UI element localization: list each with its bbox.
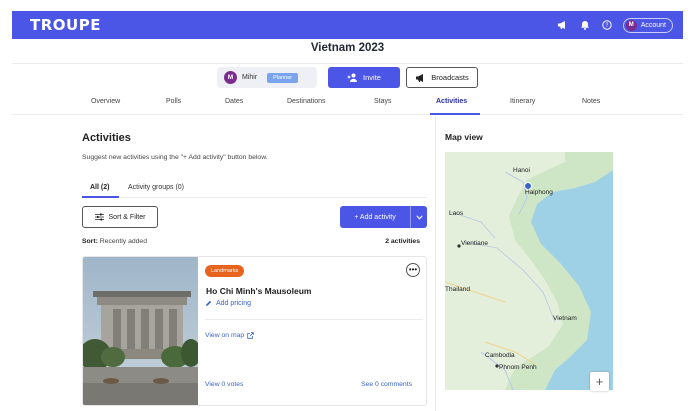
view-on-map-label: View on map	[205, 332, 245, 339]
map-label-thailand: Thailand	[445, 286, 470, 293]
account-button[interactable]: M Account	[622, 17, 673, 33]
add-pricing-label: Add pricing	[216, 300, 252, 307]
map-view[interactable]: Hanoi Haiphong Laos Vientiane Thailand V…	[445, 152, 613, 390]
view-on-map-link[interactable]: View on map	[205, 332, 254, 339]
map-label-haiphong: Haiphong	[525, 189, 553, 196]
sort-filter-label: Sort & Filter	[108, 213, 146, 221]
role-badge: Planner	[267, 72, 299, 83]
svg-text:?: ?	[605, 22, 608, 29]
subtab-all[interactable]: All (2)	[90, 184, 109, 191]
activity-count: 2 activities	[385, 238, 420, 245]
active-tab-indicator	[430, 113, 480, 115]
tab-stays[interactable]: Stays	[374, 98, 392, 105]
header-divider	[12, 63, 683, 64]
trip-title: Vietnam 2023	[310, 42, 385, 54]
activities-hint: Suggest new activities using the "+ Add …	[82, 154, 268, 161]
zoom-in-button[interactable]: +	[590, 372, 609, 391]
add-activity-button[interactable]: + Add activity	[340, 206, 427, 228]
sort-filter-button[interactable]: Sort & Filter	[82, 206, 158, 228]
sort-value[interactable]: Recently added	[100, 238, 147, 245]
tab-itinerary[interactable]: Itinerary	[510, 98, 535, 105]
external-link-icon	[247, 332, 254, 339]
map-label-laos: Laos	[449, 210, 464, 217]
megaphone-icon[interactable]	[557, 19, 569, 31]
card-divider	[205, 319, 423, 320]
map-background	[445, 152, 613, 390]
invite-button[interactable]: Invite	[328, 67, 400, 88]
subtab-divider	[82, 197, 427, 198]
view-votes-link[interactable]: View 0 votes	[205, 381, 243, 388]
tab-dates[interactable]: Dates	[225, 98, 243, 105]
tab-destinations[interactable]: Destinations	[287, 98, 326, 105]
activity-photo	[83, 257, 198, 405]
map-label-phnom-penh: Phnom Penh	[499, 364, 537, 371]
member-name: Mihir	[242, 74, 258, 81]
megaphone-icon	[416, 73, 424, 82]
more-options-icon[interactable]: •••	[406, 263, 420, 277]
tab-activities[interactable]: Activities	[436, 98, 467, 105]
panel-divider	[435, 116, 436, 411]
active-subtab-indicator	[82, 196, 119, 198]
subtab-activity-groups[interactable]: Activity groups (0)	[128, 184, 184, 191]
top-nav-actions: ? M Account	[557, 17, 673, 33]
app-logo[interactable]: TROUPE	[30, 16, 101, 34]
map-label-vietnam: Vietnam	[553, 315, 577, 322]
member-pill[interactable]: M Mihir Planner	[217, 67, 317, 88]
top-nav-bar: TROUPE ? M Account	[12, 11, 683, 39]
tab-notes[interactable]: Notes	[582, 98, 600, 105]
map-label-hanoi: Hanoi	[513, 167, 530, 174]
account-avatar: M	[625, 19, 637, 31]
pencil-icon	[206, 300, 212, 306]
activity-card[interactable]: Landmarks ••• Ho Chi Minh's Mausoleum Ad…	[82, 256, 427, 406]
sort-prefix: Sort:	[82, 238, 98, 245]
tab-polls[interactable]: Polls	[166, 98, 181, 105]
map-title: Map view	[445, 132, 483, 142]
invite-label: Invite	[363, 73, 381, 82]
help-icon[interactable]: ?	[601, 19, 613, 31]
category-badge: Landmarks	[205, 265, 245, 277]
sort-info: Sort: Recently added	[82, 238, 147, 245]
trip-tabs: Overview Polls Dates Destinations Stays …	[12, 93, 683, 115]
see-comments-link[interactable]: See 0 comments	[361, 381, 412, 388]
add-user-icon	[347, 73, 358, 82]
chevron-down-icon[interactable]	[410, 206, 427, 228]
sliders-icon	[94, 213, 104, 221]
account-label: Account	[640, 21, 666, 29]
broadcasts-button[interactable]: Broadcasts	[406, 67, 478, 88]
member-avatar: M	[224, 71, 237, 84]
map-label-cambodia: Cambodia	[485, 352, 515, 359]
add-pricing-link[interactable]: Add pricing	[205, 300, 251, 307]
activity-title[interactable]: Ho Chi Minh's Mausoleum	[206, 286, 311, 296]
bell-icon[interactable]	[579, 19, 591, 31]
add-activity-label: + Add activity	[354, 213, 396, 221]
map-label-vientiane: Vientiane	[461, 240, 488, 247]
activities-title: Activities	[82, 132, 131, 144]
tab-overview[interactable]: Overview	[91, 98, 120, 105]
broadcasts-label: Broadcasts	[431, 73, 469, 82]
